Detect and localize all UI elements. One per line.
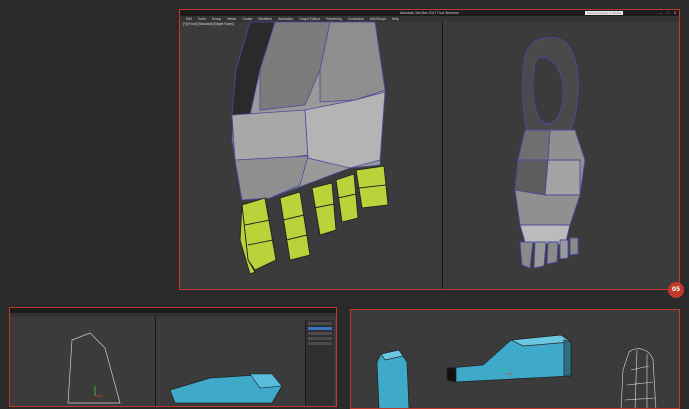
bottom-right-screenshot-frame	[350, 309, 680, 409]
step-number-badge: 05	[668, 282, 684, 298]
foot-model-top-view	[514, 37, 586, 269]
bottom-left-viewports[interactable]	[10, 308, 337, 407]
cyan-block-front	[376, 349, 410, 408]
bottom-left-screenshot-frame	[9, 307, 337, 407]
bottom-right-viewports[interactable]	[351, 310, 680, 409]
foot-model-front-view[interactable]	[180, 10, 680, 290]
cyan-block-side	[446, 334, 572, 383]
transform-gizmo-icon	[94, 386, 103, 397]
main-screenshot-frame: Autodesk 3ds Max 2017 Foot Welcome Type …	[179, 9, 680, 290]
